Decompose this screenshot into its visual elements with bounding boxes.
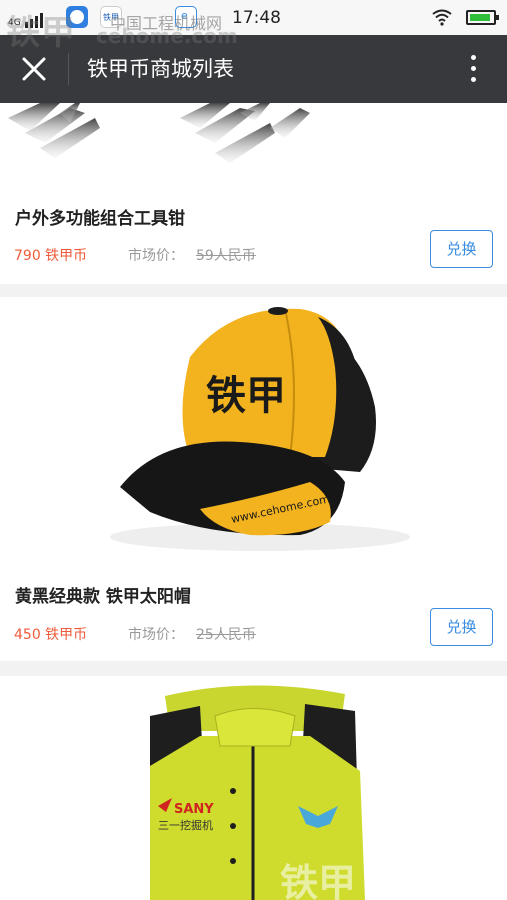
jacket-image: SANY 三一挖掘机	[150, 685, 365, 900]
jacket-brand-sub-text: 三一挖掘机	[158, 818, 213, 832]
app-notification-icon	[66, 6, 88, 28]
product-price: 450 铁甲币	[14, 627, 88, 643]
market-price-value: 25人民币	[196, 627, 256, 643]
signal-bar	[24, 22, 28, 28]
network-type: 4G	[8, 18, 21, 28]
signal-bar	[34, 16, 38, 28]
header-divider	[68, 53, 69, 85]
redeem-button[interactable]: 兑换	[430, 230, 493, 268]
market-price-value: 59人民币	[196, 248, 256, 264]
more-options-icon[interactable]	[464, 53, 482, 85]
signal-bar	[29, 19, 33, 28]
app-notification-icon: 铁甲	[100, 6, 122, 28]
product-name: 户外多功能组合工具钳	[15, 209, 185, 229]
product-card[interactable]: 户外多功能组合工具钳 790 铁甲币 市场价： 59人民币 兑换	[0, 103, 507, 284]
app-header: 铁甲币商城列表	[0, 35, 507, 103]
multitool-image	[8, 103, 310, 163]
market-price-label: 市场价：	[128, 627, 184, 643]
cap-image: 铁甲 www.cehome.com	[110, 307, 410, 551]
page-title: 铁甲币商城列表	[87, 57, 234, 81]
status-time: 17:48	[232, 8, 281, 28]
status-bar: 4G 铁甲 e 17:48	[0, 0, 507, 35]
signal-bar	[39, 13, 43, 28]
cap-embroidery-text: 铁甲	[206, 373, 286, 419]
product-name: 黄黑经典款 铁甲太阳帽	[15, 587, 191, 607]
product-card[interactable]: SANY 三一挖掘机	[0, 676, 507, 900]
signal-indicator: 4G	[8, 8, 43, 28]
close-icon[interactable]	[20, 55, 48, 83]
wifi-icon	[432, 9, 452, 26]
product-price: 790 铁甲币	[14, 248, 88, 264]
market-price-label: 市场价：	[128, 248, 184, 264]
browser-notification-icon: e	[175, 6, 197, 28]
battery-icon	[466, 10, 499, 25]
redeem-button[interactable]: 兑换	[430, 608, 493, 646]
product-card[interactable]: 铁甲 www.cehome.com 黄黑经典款 铁甲太阳帽 450 铁甲币 市场…	[0, 297, 507, 661]
jacket-brand-text: SANY	[174, 802, 214, 817]
